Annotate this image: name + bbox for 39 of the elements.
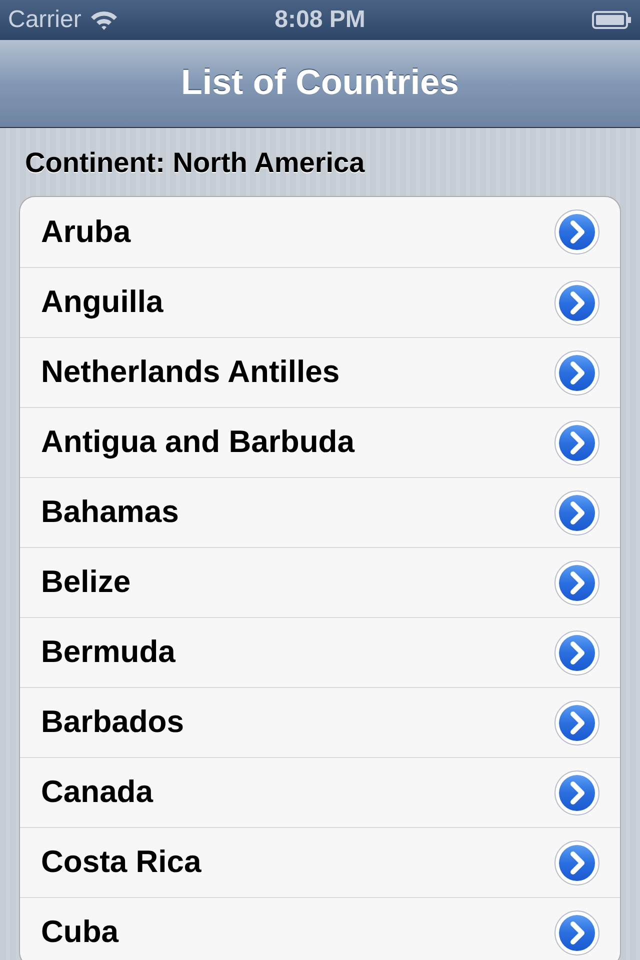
disclosure-button[interactable]	[554, 350, 600, 396]
country-name: Antigua and Barbuda	[41, 423, 356, 462]
country-name: Anguilla	[41, 283, 164, 322]
table-row[interactable]: Canada	[20, 757, 620, 827]
disclosure-button[interactable]	[554, 560, 600, 606]
country-name: Aruba	[41, 212, 132, 251]
country-name: Bahamas	[41, 493, 180, 532]
navigation-title: List of Countries	[180, 62, 460, 104]
disclosure-button[interactable]	[554, 700, 600, 746]
country-name: Cuba	[41, 913, 120, 952]
country-name: Barbados	[41, 703, 185, 742]
table-row[interactable]: Costa Rica	[20, 827, 620, 897]
table-row[interactable]: Bahamas	[20, 477, 620, 547]
section-header: Continent: North America	[25, 147, 365, 178]
clock-time: 8:08 PM	[274, 5, 366, 35]
table-row[interactable]: Belize	[20, 547, 620, 617]
country-name: Belize	[41, 563, 132, 602]
table-row[interactable]: Antigua and Barbuda	[20, 407, 620, 477]
table-row[interactable]: Netherlands Antilles	[20, 337, 620, 407]
disclosure-button[interactable]	[554, 420, 600, 466]
country-name: Canada	[41, 773, 154, 812]
table-row[interactable]: Anguilla	[20, 267, 620, 337]
table-row[interactable]: Cuba	[20, 897, 620, 960]
disclosure-button[interactable]	[554, 280, 600, 326]
wifi-icon	[89, 9, 120, 31]
disclosure-button[interactable]	[554, 630, 600, 676]
disclosure-button[interactable]	[554, 490, 600, 536]
table-row[interactable]: Bermuda	[20, 617, 620, 687]
country-name: Costa Rica	[41, 843, 202, 882]
country-name: Netherlands Antilles	[41, 353, 341, 392]
table-row[interactable]: Barbados	[20, 687, 620, 757]
disclosure-button[interactable]	[554, 910, 600, 956]
disclosure-button[interactable]	[554, 209, 600, 255]
table-row[interactable]: Aruba	[20, 197, 620, 267]
disclosure-button[interactable]	[554, 840, 600, 886]
battery-icon	[592, 10, 632, 30]
carrier-label: Carrier	[8, 5, 82, 35]
disclosure-button[interactable]	[554, 770, 600, 816]
country-name: Bermuda	[41, 633, 176, 672]
